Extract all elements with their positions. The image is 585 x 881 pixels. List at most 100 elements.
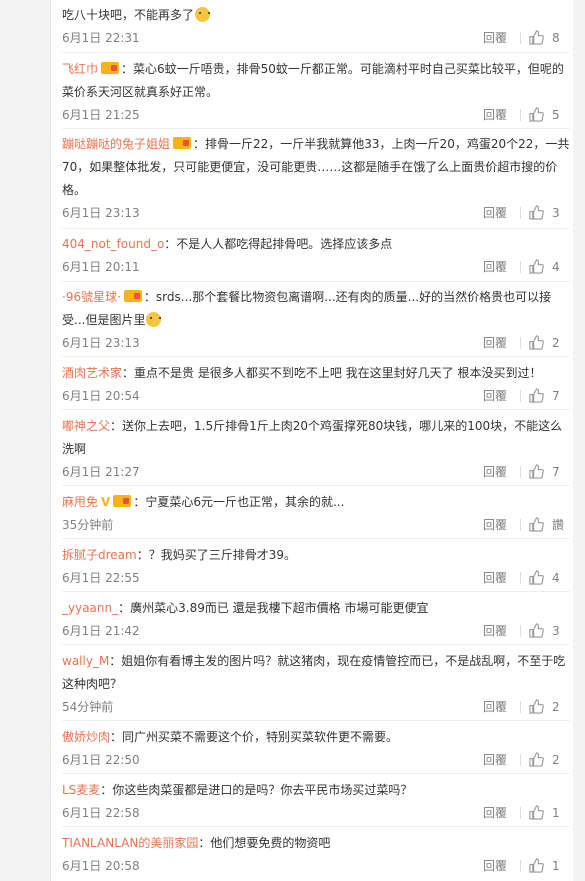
like-count: 5 [552,108,560,122]
comment-username[interactable]: 傲娇炒肉 [62,730,110,744]
comment-username[interactable]: wally_M [62,654,109,668]
comment-time: 6月1日 22:58 [62,806,140,820]
comment-time: 6月1日 20:54 [62,389,140,403]
comment-username[interactable]: LS麦麦 [62,783,100,797]
divider [520,32,521,44]
reply-button[interactable]: 回覆 [483,620,507,642]
comment-text-block: 酒肉艺术家：重点不是贵 是很多人都买不到吃不上吧 我在这里封好几天了 根本没买到… [62,362,570,385]
like-button[interactable] [529,385,544,407]
like-count: 4 [552,260,560,274]
divider [62,281,570,282]
comment-username[interactable]: 飞红巾 [62,62,98,76]
comment-meta: 6月1日 22:55 回覆 4 [62,567,570,589]
comment-item: _yyaann_：廣州菜心3.89而已 還是我樓下超市價格 市場可能更便宜 6月… [62,597,570,642]
reply-button[interactable]: 回覆 [483,27,507,49]
comment-username[interactable]: ·96號星球· [62,290,121,304]
like-button[interactable] [529,567,544,589]
comment-username[interactable]: 蹦哒蹦哒的兔子姐姐 [62,137,170,151]
like-button[interactable] [529,256,544,278]
like-button[interactable] [529,855,544,877]
reply-button[interactable]: 回覆 [483,256,507,278]
comment-username[interactable]: TIANLANLAN的美丽家园 [62,836,198,850]
comment-username[interactable]: 嘟神之父 [62,419,110,433]
like-button[interactable] [529,749,544,771]
comment-item: ·96號星球· ：srds...那个套餐比物资包离谱啊...还有肉的质量...好的… [62,286,570,354]
comment-text: ：你这些肉菜蛋都是进口的是吗？你去平民市场买过菜吗？ [100,783,413,797]
comment-time: 6月1日 23:13 [62,206,140,220]
reply-button[interactable]: 回覆 [483,514,507,536]
comment-text: ：菜心6蚊一斤唔贵，排骨50蚊一斤都正常。可能滴村平时自己买菜比较平，但呢的菜价… [62,62,564,99]
reply-button[interactable]: 回覆 [483,567,507,589]
thumbs-up-icon [529,388,544,403]
like-button[interactable] [529,620,544,642]
comment-text: 吃八十块吧，不能再多了 [62,8,195,22]
comment-username[interactable]: 404_not_found_o [62,237,164,251]
reply-button[interactable]: 回覆 [483,104,507,126]
comment-time: 6月1日 21:25 [62,108,140,122]
comment-text-block: LS麦麦：你这些肉菜蛋都是进口的是吗？你去平民市场买过菜吗？ [62,779,570,802]
reply-button[interactable]: 回覆 [483,385,507,407]
reply-button[interactable]: 回覆 [483,855,507,877]
like-button[interactable] [529,104,544,126]
comment-text-block: ·96號星球· ：srds...那个套餐比物资包离谱啊...还有肉的质量...好的… [62,286,570,332]
divider [520,390,521,402]
comment-time: 6月1日 23:13 [62,336,140,350]
comment-text: ：宁夏菜心6元一斤也正常，其余的就... [133,495,345,509]
like-button[interactable] [529,802,544,824]
divider [62,826,570,827]
comment-item: 飞红巾 ：菜心6蚊一斤唔贵，排骨50蚊一斤都正常。可能滴村平时自己买菜比较平，但呢… [62,58,570,126]
comment-item: LS麦麦：你这些肉菜蛋都是进口的是吗？你去平民市场买过菜吗？ 6月1日 22:5… [62,779,570,824]
like-count: 讚 [552,518,565,532]
comment-username[interactable]: 麻甩免 [62,495,98,509]
comment-time: 6月1日 22:50 [62,753,140,767]
comment-username[interactable]: 拆腻子dream [62,548,137,562]
comment-username[interactable]: _yyaann_ [62,601,118,615]
like-count: 8 [552,31,560,45]
comment-meta: 6月1日 23:13 回覆 2 [62,332,570,354]
comment-username[interactable]: 酒肉艺术家 [62,366,122,380]
like-button[interactable] [529,461,544,483]
comment-text: ：不是人人都吃得起排骨吧。选择应该多点 [164,237,393,251]
divider [62,128,570,129]
reply-button[interactable]: 回覆 [483,749,507,771]
reply-button[interactable]: 回覆 [483,202,507,224]
comment-text-block: 吃八十块吧，不能再多了 [62,4,570,27]
thumbs-up-icon [529,517,544,532]
comment-text-block: TIANLANLAN的美丽家园：他们想要免费的物资吧 [62,832,570,855]
like-button[interactable] [529,27,544,49]
like-button[interactable] [529,514,544,536]
thumbs-up-icon [529,205,544,220]
divider [62,409,570,410]
comment-meta: 6月1日 21:25 回覆 5 [62,104,570,126]
reply-button[interactable]: 回覆 [483,332,507,354]
comment-time: 6月1日 21:42 [62,624,140,638]
fan-badge-icon [101,62,120,74]
comment-meta: 6月1日 20:54 回覆 7 [62,385,570,407]
comment-text: ：同广州买菜不需要这个价，特别买菜软件更不需要。 [110,730,399,744]
like-count: 3 [552,624,560,638]
comment-time: 54分钟前 [62,700,114,714]
divider [62,720,570,721]
reply-button[interactable]: 回覆 [483,802,507,824]
divider [520,261,521,273]
like-button[interactable] [529,696,544,718]
divider [520,754,521,766]
like-button[interactable] [529,202,544,224]
divider [520,572,521,584]
thumbs-up-icon [529,335,544,350]
like-button[interactable] [529,332,544,354]
divider [62,485,570,486]
thumbs-up-icon [529,30,544,45]
like-count: 2 [552,336,560,350]
thumbs-up-icon [529,752,544,767]
comment-meta: 35分钟前 回覆 讚 [62,514,570,536]
comment-time: 6月1日 20:58 [62,859,140,873]
reply-button[interactable]: 回覆 [483,461,507,483]
emoji-icon [195,7,211,22]
fan-badge-icon [173,137,192,149]
emoji-icon [146,312,162,327]
divider [520,337,521,349]
reply-button[interactable]: 回覆 [483,696,507,718]
divider [62,773,570,774]
comment-text: ：？我妈买了三斤排骨才39。 [136,548,296,562]
